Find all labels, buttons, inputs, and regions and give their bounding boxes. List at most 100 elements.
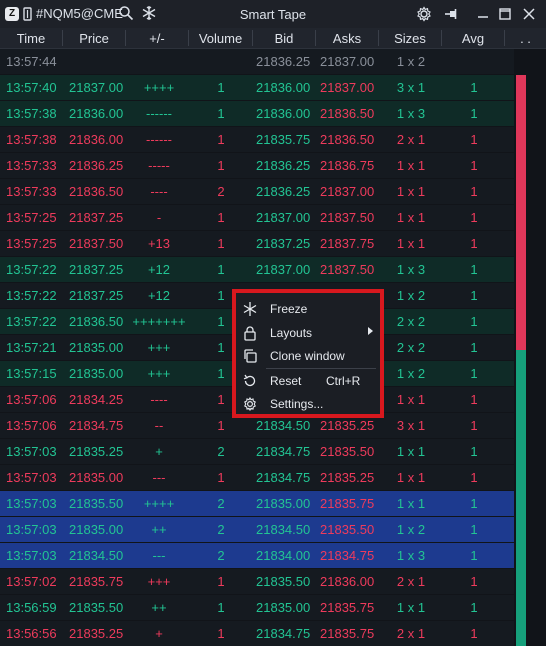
cell-diff: ----: [150, 184, 168, 199]
title-bar[interactable]: Z #NQM5@CME Smart Tape: [0, 0, 546, 28]
settings-gear-icon[interactable]: [415, 5, 433, 23]
cell-avg: 1: [470, 600, 478, 615]
col-sizes[interactable]: Sizes: [379, 31, 441, 46]
cell-sizes: 2 x 1: [396, 574, 426, 589]
col-price[interactable]: Price: [63, 31, 125, 46]
cell-diff: +++: [147, 366, 171, 381]
cell-volume: 2: [217, 444, 225, 459]
table-row[interactable]: 13:57:22 21837.25 +12 1 21837.00 21837.50 1 x …: [0, 257, 514, 282]
cell-sizes: 1 x 2: [396, 288, 426, 303]
table-row[interactable]: 13:57:40 21837.00 ++++ 1 21836.00 21837.00 3 x…: [0, 75, 514, 100]
table-row[interactable]: 13:57:03 21835.00 ++ 2 21834.50 21835.50 1 x 2…: [0, 517, 514, 542]
close-icon[interactable]: [520, 5, 538, 23]
cell-diff: +: [155, 444, 163, 459]
table-row[interactable]: 13:57:38 21836.00 ------ 1 21836.00 21836.50 1…: [0, 101, 514, 126]
cell-diff: -: [156, 210, 162, 225]
table-row[interactable]: 13:57:03 21835.25 +2 21834.75 21835.50 1 x 1 1: [0, 439, 514, 464]
cell-ask: 21837.50: [320, 210, 375, 225]
cell-price: 21835.00: [69, 366, 124, 381]
table-row[interactable]: 13:57:33 21836.25 ----- 1 21836.25 21836.75 1 …: [0, 153, 514, 178]
col-bid[interactable]: Bid: [253, 31, 315, 46]
cell-diff: +: [155, 626, 163, 641]
cell-avg: 1: [470, 522, 478, 537]
table-row[interactable]: 13:57:44 21836.25 21837.00 1 x 2: [0, 49, 514, 74]
menu-item-reset[interactable]: Reset Ctrl+R: [236, 370, 380, 392]
cell-time: 13:57:06: [6, 392, 57, 407]
cell-price: 21836.00: [69, 132, 124, 147]
cell-diff: ++: [151, 600, 167, 615]
cell-diff: ++: [151, 522, 167, 537]
menu-item-clone-window[interactable]: Clone window: [236, 345, 380, 367]
cell-bid: 21836.25: [256, 158, 311, 173]
cell-avg: 1: [470, 366, 478, 381]
cell-diff: +++: [147, 340, 171, 355]
cell-diff: +13: [147, 236, 171, 251]
col-more[interactable]: . .: [505, 31, 546, 46]
minimize-icon[interactable]: [474, 5, 492, 23]
table-row[interactable]: 13:57:03 21835.00 --- 1 21834.75 21835.25 1 x …: [0, 465, 514, 490]
cell-volume: 1: [217, 158, 225, 173]
cell-ask: 21835.50: [320, 522, 375, 537]
cell-bid: 21834.50: [256, 522, 311, 537]
table-row[interactable]: 13:57:02 21835.75 +++ 1 21835.50 21836.00 2 x …: [0, 569, 514, 594]
cell-diff: ++++: [143, 80, 175, 95]
cell-volume: 1: [217, 470, 225, 485]
cell-sizes: 1 x 1: [396, 444, 426, 459]
menu-item-freeze[interactable]: Freeze: [236, 298, 380, 320]
cell-diff: ------: [146, 132, 172, 147]
cell-avg: 1: [470, 288, 478, 303]
cell-bid: 21836.25: [256, 54, 311, 69]
table-row[interactable]: 13:57:25 21837.25 - 1 21837.00 21837.50 1 x 1 1: [0, 205, 514, 230]
cell-time: 13:57:33: [6, 158, 57, 173]
cell-price: 21835.00: [69, 522, 124, 537]
cell-diff: +++++++: [132, 314, 186, 329]
pin-icon[interactable]: [442, 5, 460, 23]
cell-ask: 21835.75: [320, 626, 375, 641]
cell-volume: 1: [217, 236, 225, 251]
cell-diff: +++: [147, 574, 171, 589]
cell-price: 21835.25: [69, 444, 124, 459]
cell-bid: 21835.50: [256, 574, 311, 589]
cell-ask: 21834.75: [320, 548, 375, 563]
table-row[interactable]: 13:57:33 21836.50 ---- 2 21836.25 21837.00 1 x…: [0, 179, 514, 204]
table-row[interactable]: 13:57:03 21834.50 --- 2 21834.00 21834.75 1 x …: [0, 543, 514, 568]
cell-bid: 21834.75: [256, 626, 311, 641]
cell-time: 13:57:03: [6, 470, 57, 485]
cell-ask: 21836.50: [320, 132, 375, 147]
cell-bid: 21837.00: [256, 262, 311, 277]
table-row[interactable]: 13:57:03 21835.50 ++++ 2 21835.00 21835.75 1 x…: [0, 491, 514, 516]
col-time[interactable]: Time: [0, 31, 62, 46]
table-row[interactable]: 13:56:56 21835.25 +1 21834.75 21835.75 2 x 1 1: [0, 621, 514, 646]
cell-time: 13:56:59: [6, 600, 57, 615]
cell-price: 21836.25: [69, 158, 124, 173]
col-asks[interactable]: Asks: [316, 31, 378, 46]
cell-sizes: 1 x 3: [396, 106, 426, 121]
col-avg[interactable]: Avg: [442, 31, 504, 46]
cell-time: 13:57:38: [6, 106, 57, 121]
cell-ask: 21837.75: [320, 236, 375, 251]
cell-diff: --: [154, 418, 164, 433]
table-row[interactable]: 13:57:38 21836.00 ------ 1 21835.75 21836.50 2…: [0, 127, 514, 152]
menu-item-layouts[interactable]: Layouts: [236, 322, 380, 344]
table-row[interactable]: 13:56:59 21835.50 ++ 1 21835.00 21835.75 1 x 1…: [0, 595, 514, 620]
cell-sizes: 1 x 1: [396, 392, 426, 407]
cell-price: 21836.00: [69, 106, 124, 121]
maximize-icon[interactable]: [496, 5, 514, 23]
col-diff[interactable]: +/-: [126, 31, 188, 46]
context-menu: Freeze Layouts Clone window Reset Ctrl+R…: [232, 289, 384, 418]
cell-avg: 1: [470, 340, 478, 355]
cell-bid: 21837.25: [256, 236, 311, 251]
cell-bid: 21835.75: [256, 132, 311, 147]
menu-label: Freeze: [270, 302, 308, 316]
scrollbar[interactable]: [516, 75, 526, 646]
menu-item-settings[interactable]: Settings...: [236, 393, 380, 415]
cell-volume: 1: [217, 80, 225, 95]
cell-price: 21835.00: [69, 470, 124, 485]
cell-price: 21837.25: [69, 262, 124, 277]
table-row[interactable]: 13:57:25 21837.50 +13 1 21837.25 21837.75 1 x …: [0, 231, 514, 256]
cell-bid: 21836.00: [256, 106, 311, 121]
cell-avg: 1: [470, 132, 478, 147]
cell-ask: 21835.75: [320, 600, 375, 615]
cell-avg: 1: [470, 444, 478, 459]
col-volume[interactable]: Volume: [189, 31, 252, 46]
